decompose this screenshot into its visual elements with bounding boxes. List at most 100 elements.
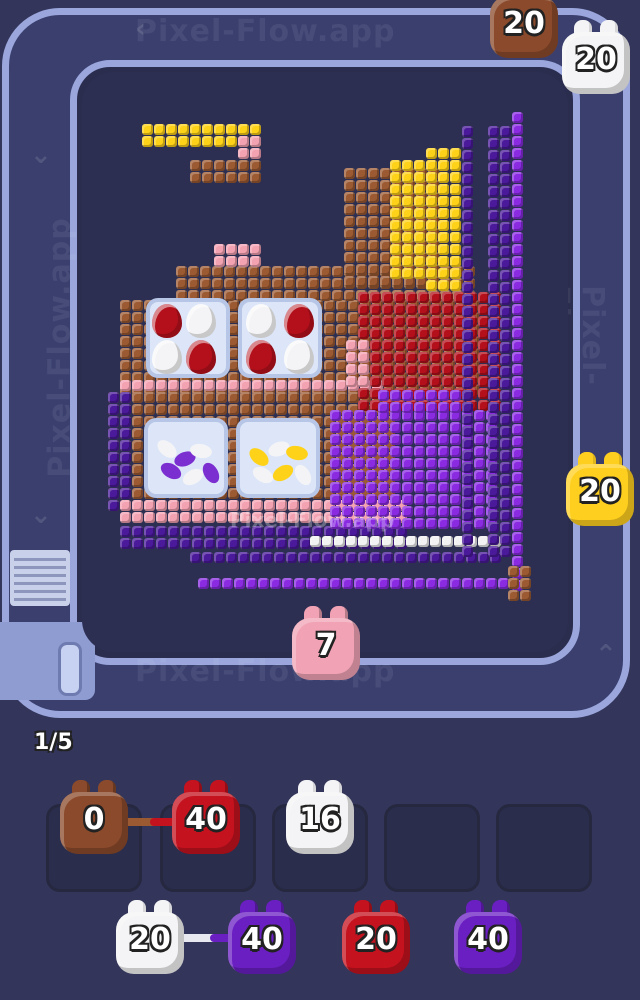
brown-pixel — [200, 266, 211, 277]
brown-pixel — [188, 266, 199, 277]
pink-pixel — [226, 244, 237, 255]
purple-pixel — [414, 458, 425, 469]
slot-pig-0[interactable]: 0 — [54, 778, 134, 856]
yellow-pixel — [402, 196, 413, 207]
pig-count: 16 — [299, 802, 341, 837]
yellow-pixel — [402, 232, 413, 243]
purple-pixel — [438, 470, 449, 481]
yellow-pixel — [402, 160, 413, 171]
purple-pixel — [512, 484, 523, 495]
purple-pixel — [488, 366, 499, 377]
purple-pixel — [426, 390, 437, 401]
queue-pig-2[interactable]: 20 — [336, 898, 416, 976]
yellow-pixel — [190, 124, 201, 135]
red-pixel — [394, 316, 405, 327]
yellow-pixel — [202, 136, 213, 147]
queue-pig-0[interactable]: 20 — [110, 898, 190, 976]
white-egg — [186, 304, 216, 338]
conveyor-pig-brown[interactable]: 20 — [484, 0, 564, 60]
purple-pixel — [462, 198, 473, 209]
brown-pixel — [144, 404, 155, 415]
purple-pixel — [500, 390, 511, 401]
purple-pixel — [500, 342, 511, 353]
red-pixel — [370, 304, 381, 315]
red-pixel — [382, 304, 393, 315]
purple-pixel — [402, 482, 413, 493]
purple-pixel — [418, 552, 429, 563]
yellow-pixel — [438, 256, 449, 267]
red-pixel — [406, 304, 417, 315]
purple-pixel — [462, 258, 473, 269]
purple-pixel — [462, 546, 473, 557]
purple-pixel — [390, 390, 401, 401]
pink-pixel — [238, 256, 249, 267]
purple-pixel — [512, 172, 523, 183]
brown-pixel — [320, 266, 331, 277]
pig-count: 20 — [579, 474, 621, 509]
pink-pixel — [144, 380, 155, 391]
purple-pixel — [354, 470, 365, 481]
purple-pixel — [426, 458, 437, 469]
purple-pixel — [462, 222, 473, 233]
red-pixel — [430, 316, 441, 327]
purple-pixel — [512, 208, 523, 219]
yellow-pixel — [390, 160, 401, 171]
brown-pixel — [238, 172, 249, 183]
purple-pixel — [512, 532, 523, 543]
brown-pixel — [344, 216, 355, 227]
holding-slot[interactable] — [384, 804, 480, 892]
red-pixel — [418, 352, 429, 363]
brown-pixel — [368, 264, 379, 275]
brown-pixel — [288, 404, 299, 415]
purple-pixel — [202, 552, 213, 563]
purple-pixel — [500, 246, 511, 257]
red-pixel — [430, 328, 441, 339]
purple-pixel — [450, 390, 461, 401]
purple-pixel — [330, 470, 341, 481]
brown-pixel — [216, 404, 227, 415]
slot-pig-2[interactable]: 16 — [280, 778, 360, 856]
yellow-pixel — [390, 232, 401, 243]
brown-pixel — [212, 278, 223, 289]
yellow-pixel — [402, 184, 413, 195]
yellow-pixel — [414, 244, 425, 255]
yellow-pixel — [438, 208, 449, 219]
queue-pig-3[interactable]: 40 — [448, 898, 528, 976]
purple-pixel — [414, 434, 425, 445]
purple-pixel — [438, 390, 449, 401]
purple-pixel — [378, 494, 389, 505]
yellow-pixel — [450, 220, 461, 231]
brown-pixel — [120, 324, 131, 335]
yellow-pixel — [166, 124, 177, 135]
red-pixel — [394, 304, 405, 315]
brown-pixel — [132, 440, 143, 451]
white-pixel — [442, 536, 453, 547]
slot-pig-1[interactable]: 40 — [166, 778, 246, 856]
bean — [199, 459, 223, 487]
pink-pixel — [156, 500, 167, 511]
conveyor-pig-yellow[interactable]: 20 — [560, 450, 640, 528]
purple-pixel — [474, 482, 485, 493]
purple-pixel — [426, 506, 437, 517]
purple-pixel — [486, 578, 497, 589]
yellow-pixel — [438, 160, 449, 171]
yellow-pixel — [390, 268, 401, 279]
purple-pixel — [500, 234, 511, 245]
brown-pixel — [356, 204, 367, 215]
yellow-pixel — [438, 196, 449, 207]
queue-pig-1[interactable]: 40 — [222, 898, 302, 976]
yellow-pixel — [154, 124, 165, 135]
purple-pixel — [378, 470, 389, 481]
purple-pixel — [342, 422, 353, 433]
red-pixel — [442, 340, 453, 351]
purple-pixel — [488, 162, 499, 173]
conveyor-pig-white[interactable]: 20 — [556, 18, 636, 96]
holding-slot[interactable] — [496, 804, 592, 892]
window-eggs-right — [238, 298, 322, 378]
purple-pixel — [414, 402, 425, 413]
conveyor-pig-pink[interactable]: 7 — [286, 604, 366, 682]
yellow-pixel — [414, 208, 425, 219]
brown-pixel — [344, 276, 355, 287]
purple-pixel — [402, 390, 413, 401]
purple-pixel — [330, 482, 341, 493]
